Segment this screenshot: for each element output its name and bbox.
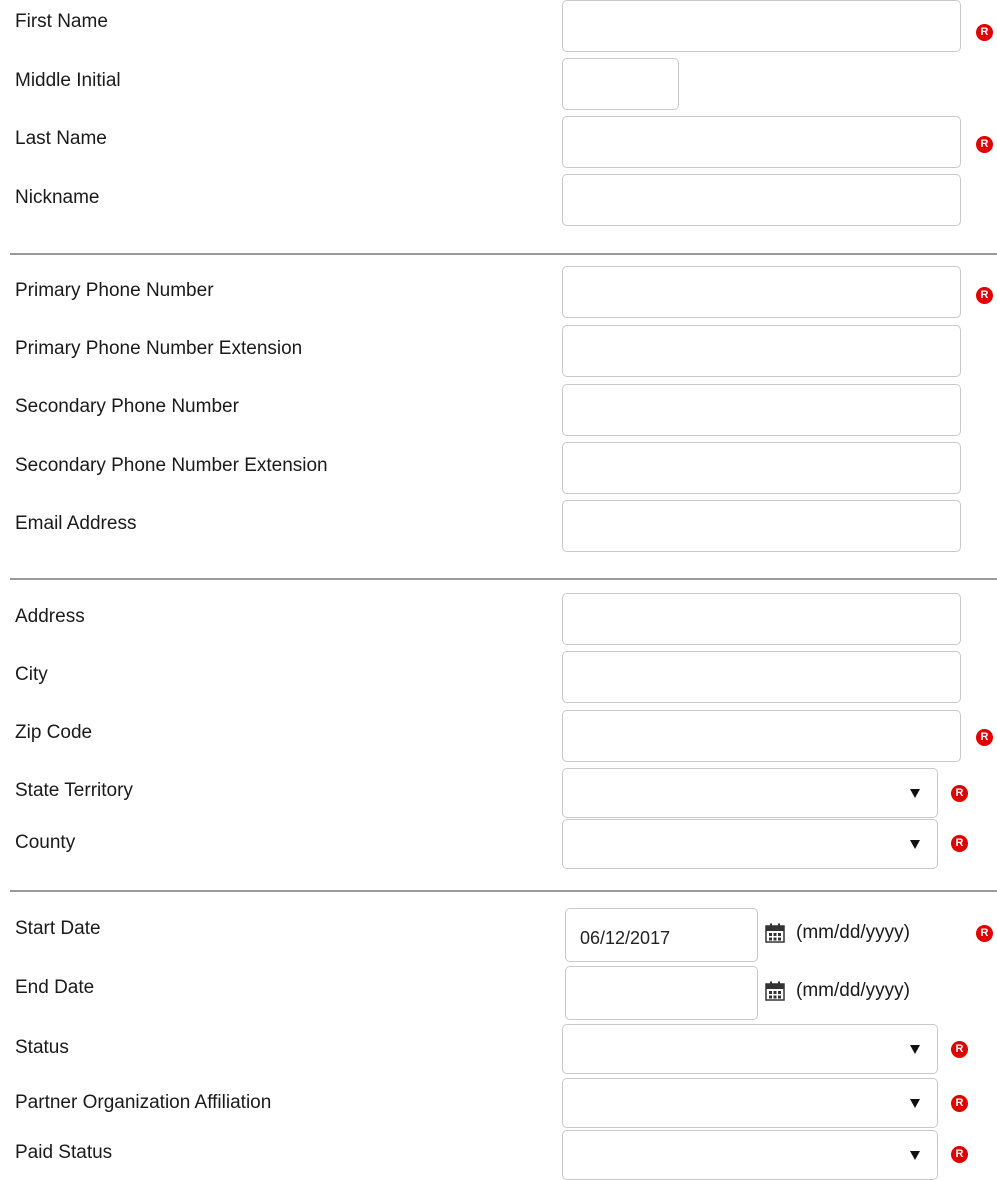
- address-label: Address: [15, 606, 85, 627]
- partner-organization-label: Partner Organization Affiliation: [15, 1092, 272, 1113]
- required-icon: R: [951, 785, 968, 802]
- start-date-label: Start Date: [15, 918, 101, 939]
- section-divider: [10, 890, 997, 892]
- primary-phone-label: Primary Phone Number: [15, 280, 214, 301]
- end-date-label: End Date: [15, 977, 95, 998]
- secondary-phone-input[interactable]: [562, 384, 961, 436]
- status-select[interactable]: [562, 1024, 938, 1074]
- county-label: County: [15, 832, 76, 853]
- email-field[interactable]: [562, 500, 961, 552]
- required-icon: R: [951, 1095, 968, 1112]
- chevron-down-icon: [910, 1099, 920, 1108]
- required-icon: R: [951, 1146, 968, 1163]
- required-icon: R: [976, 729, 993, 746]
- chevron-down-icon: [910, 789, 920, 798]
- required-icon: R: [976, 24, 993, 41]
- primary-phone-extension-input[interactable]: [562, 325, 961, 377]
- calendar-icon[interactable]: [765, 981, 785, 1001]
- zip-code-input[interactable]: [562, 710, 961, 762]
- email-label: Email Address: [15, 513, 137, 534]
- middle-initial-label: Middle Initial: [15, 70, 121, 91]
- paid-status-label: Paid Status: [15, 1142, 113, 1163]
- address-input[interactable]: [562, 593, 961, 645]
- last-name-label: Last Name: [15, 128, 107, 149]
- city-input[interactable]: [562, 651, 961, 703]
- middle-initial-input[interactable]: [562, 58, 679, 110]
- section-divider: [10, 578, 997, 580]
- last-name-input[interactable]: [562, 116, 961, 168]
- start-date-format-hint: (mm/dd/yyyy): [796, 922, 910, 943]
- section-divider: [10, 253, 997, 255]
- chevron-down-icon: [910, 1151, 920, 1160]
- status-label: Status: [15, 1037, 69, 1058]
- end-date-format-hint: (mm/dd/yyyy): [796, 980, 910, 1001]
- required-icon: R: [976, 136, 993, 153]
- city-label: City: [15, 664, 48, 685]
- paid-status-select[interactable]: [562, 1130, 938, 1180]
- required-icon: R: [976, 287, 993, 304]
- end-date-input[interactable]: [565, 966, 758, 1020]
- secondary-phone-label: Secondary Phone Number: [15, 396, 239, 417]
- primary-phone-input[interactable]: [562, 266, 961, 318]
- chevron-down-icon: [910, 1045, 920, 1054]
- nickname-input[interactable]: [562, 174, 961, 226]
- first-name-label: First Name: [15, 11, 108, 32]
- partner-organization-select[interactable]: [562, 1078, 938, 1128]
- chevron-down-icon: [910, 840, 920, 849]
- start-date-input[interactable]: [565, 908, 758, 962]
- first-name-input[interactable]: [562, 0, 961, 52]
- secondary-phone-extension-input[interactable]: [562, 442, 961, 494]
- nickname-label: Nickname: [15, 187, 100, 208]
- secondary-phone-extension-label: Secondary Phone Number Extension: [15, 455, 328, 476]
- required-icon: R: [951, 1041, 968, 1058]
- zip-code-label: Zip Code: [15, 722, 93, 743]
- county-select[interactable]: [562, 819, 938, 869]
- required-icon: R: [976, 925, 993, 942]
- primary-phone-extension-label: Primary Phone Number Extension: [15, 338, 303, 359]
- calendar-icon[interactable]: [765, 923, 785, 943]
- state-territory-select[interactable]: [562, 768, 938, 818]
- state-territory-label: State Territory: [15, 780, 133, 801]
- required-icon: R: [951, 835, 968, 852]
